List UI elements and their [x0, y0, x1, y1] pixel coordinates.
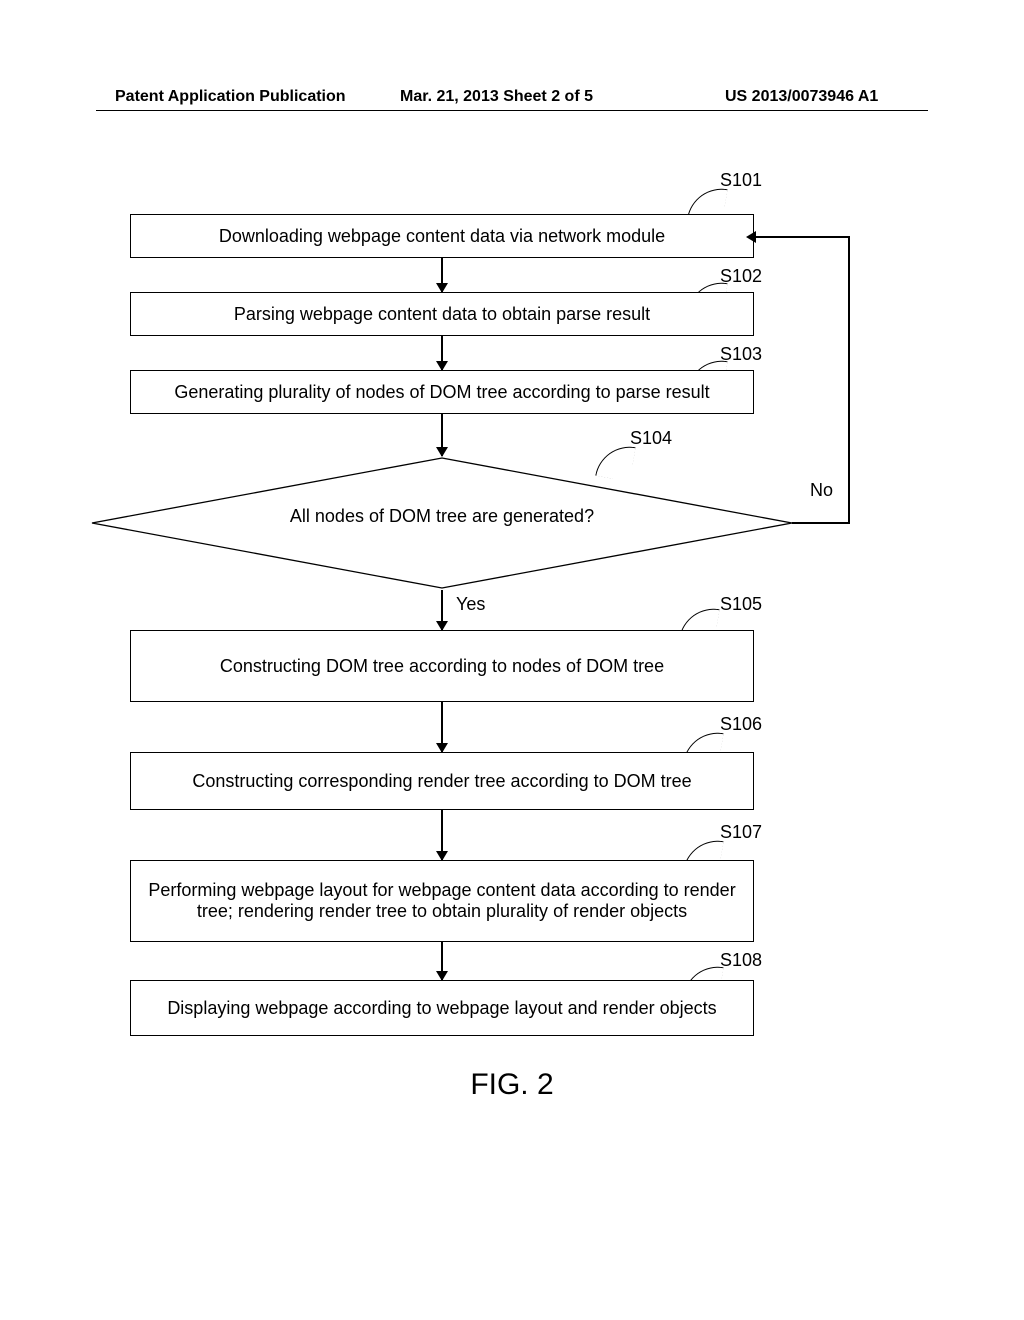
step-s106: Constructing corresponding render tree a… [130, 752, 754, 810]
arrow-s107-s108 [441, 942, 443, 980]
no-edge-seg3 [754, 236, 850, 238]
step-label-s108: S108 [720, 950, 762, 971]
step-s102: Parsing webpage content data to obtain p… [130, 292, 754, 336]
step-label-s101: S101 [720, 170, 762, 191]
step-s102-text: Parsing webpage content data to obtain p… [234, 304, 650, 325]
step-label-s105: S105 [720, 594, 762, 615]
step-s107-text: Performing webpage layout for webpage co… [143, 880, 741, 922]
page: Patent Application Publication Mar. 21, … [0, 0, 1024, 1320]
decision-s104: All nodes of DOM tree are generated? [88, 456, 796, 595]
arrow-s101-s102 [441, 258, 443, 292]
step-label-s107: S107 [720, 822, 762, 843]
header-right: US 2013/0073946 A1 [725, 88, 878, 106]
step-label-s104: S104 [630, 428, 672, 449]
step-s105-text: Constructing DOM tree according to nodes… [220, 656, 664, 677]
step-s106-text: Constructing corresponding render tree a… [192, 771, 691, 792]
decision-no-label: No [810, 480, 833, 501]
step-label-s106: S106 [720, 714, 762, 735]
step-s105: Constructing DOM tree according to nodes… [130, 630, 754, 702]
header-left: Patent Application Publication [115, 88, 346, 106]
no-edge-seg2 [848, 236, 850, 524]
no-edge-arrowhead [746, 231, 756, 243]
step-s101: Downloading webpage content data via net… [130, 214, 754, 258]
step-s108-text: Displaying webpage according to webpage … [167, 998, 716, 1019]
figure-caption: FIG. 2 [0, 1068, 1024, 1102]
decision-yes-label: Yes [456, 594, 485, 615]
step-s107: Performing webpage layout for webpage co… [130, 860, 754, 942]
step-s101-text: Downloading webpage content data via net… [219, 226, 665, 247]
no-edge-seg1 [792, 522, 850, 524]
decision-s104-text: All nodes of DOM tree are generated? [88, 506, 796, 527]
step-s103: Generating plurality of nodes of DOM tre… [130, 370, 754, 414]
step-s108: Displaying webpage according to webpage … [130, 980, 754, 1036]
arrow-s103-s104 [441, 414, 443, 456]
arrow-s104-s105 [441, 590, 443, 630]
step-s103-text: Generating plurality of nodes of DOM tre… [174, 382, 709, 403]
arrow-s102-s103 [441, 336, 443, 370]
header-middle: Mar. 21, 2013 Sheet 2 of 5 [400, 88, 593, 106]
arrow-s106-s107 [441, 810, 443, 860]
arrow-s105-s106 [441, 702, 443, 752]
header-rule [96, 110, 928, 111]
